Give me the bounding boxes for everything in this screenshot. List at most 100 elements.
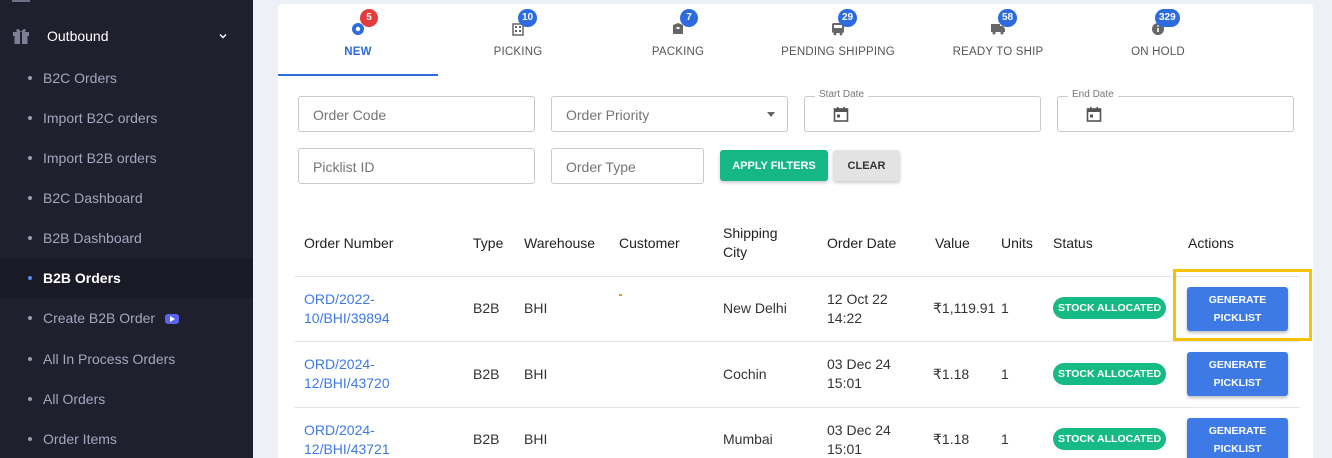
end-date-input[interactable]: End Date	[1057, 89, 1294, 132]
apply-filters-button[interactable]: APPLY FILTERS	[720, 150, 828, 181]
order-date-day: 12 Oct 22	[827, 291, 888, 307]
calendar-icon[interactable]	[833, 106, 849, 122]
order-date-time: 15:01	[827, 441, 863, 457]
tab-label: READY TO SHIP	[952, 46, 1044, 58]
gift-icon	[13, 28, 29, 44]
tab-count-badge: 29	[838, 9, 858, 27]
order-number-line2[interactable]: 10/BHI/39894	[304, 310, 390, 326]
end-date-label: End Date	[1068, 89, 1118, 100]
bullet-icon	[28, 156, 32, 160]
row-divider	[294, 341, 1300, 342]
tab-packing[interactable]: 7 PACKING	[598, 4, 758, 76]
order-number-line2[interactable]: 12/BHI/43720	[304, 375, 390, 391]
row-divider	[294, 407, 1300, 408]
bullet-icon	[28, 316, 32, 320]
col-header-order-date: Order Date	[827, 235, 897, 251]
sidebar-item-label: All In Process Orders	[43, 351, 176, 367]
order-number-line1[interactable]: ORD/2024-	[304, 356, 375, 372]
col-header-customer: Customer	[619, 235, 680, 251]
tab-ready-to-ship[interactable]: 58 READY TO SHIP	[918, 4, 1078, 76]
tab-label: NEW	[344, 46, 372, 58]
order-number-link[interactable]: ORD/2024- 12/BHI/43720	[304, 355, 390, 393]
bullet-icon	[28, 276, 32, 280]
order-date: 12 Oct 22 14:22	[827, 290, 888, 328]
tab-count-badge: 10	[518, 9, 538, 27]
tab-picking[interactable]: 10 PICKING	[438, 4, 598, 76]
tab-count-badge: 329	[1155, 9, 1180, 27]
sidebar-item-import-b2c-orders[interactable]: Import B2C orders	[0, 98, 253, 138]
generate-picklist-button[interactable]: GENERATE PICKLIST	[1187, 418, 1288, 458]
status-badge: STOCK ALLOCATED	[1053, 363, 1166, 385]
chevron-down-icon[interactable]	[218, 31, 228, 41]
order-type: B2B	[473, 366, 500, 382]
sidebar-item-b2b-dashboard[interactable]: B2B Dashboard	[0, 218, 253, 258]
order-value: ₹1.18	[933, 431, 970, 447]
order-type-input[interactable]: Order Type	[551, 148, 704, 184]
col-header-order-number: Order Number	[304, 235, 394, 251]
picklist-id-input[interactable]: Picklist ID	[298, 148, 535, 184]
bullet-icon	[28, 397, 32, 401]
tab-label: PICKING	[493, 46, 543, 58]
video-play-icon[interactable]	[165, 314, 180, 325]
tab-on-hold[interactable]: 329 ON HOLD	[1078, 4, 1238, 76]
sidebar-item-b2c-orders[interactable]: B2C Orders	[0, 58, 253, 98]
order-date: 03 Dec 24 15:01	[827, 355, 891, 393]
sidebar-item-b2c-dashboard[interactable]: B2C Dashboard	[0, 178, 253, 218]
generate-picklist-line2: PICKLIST	[1213, 443, 1262, 455]
sidebar-item-label: B2C Orders	[43, 70, 117, 86]
tab-label: ON HOLD	[1131, 46, 1185, 58]
order-date-time: 14:22	[827, 310, 863, 326]
order-value: ₹1.18	[933, 366, 970, 382]
sidebar-item-label: B2B Orders	[43, 270, 121, 286]
generate-picklist-button[interactable]: GENERATE PICKLIST	[1187, 352, 1288, 396]
tab-new[interactable]: 5 NEW	[278, 4, 438, 76]
tab-label: PACKING	[651, 46, 705, 58]
order-warehouse: BHI	[524, 300, 548, 316]
generate-picklist-line1: GENERATE	[1208, 425, 1267, 437]
order-number-line2[interactable]: 12/BHI/43721	[304, 441, 390, 457]
highlight-box	[1173, 269, 1312, 341]
order-type: B2B	[473, 300, 500, 316]
sidebar-item-b2b-orders[interactable]: B2B Orders	[0, 258, 253, 298]
calendar-icon[interactable]	[1086, 106, 1102, 122]
col-header-actions: Actions	[1188, 235, 1234, 251]
sidebar-item-import-b2b-orders[interactable]: Import B2B orders	[0, 138, 253, 178]
sidebar-item-label: All Orders	[43, 391, 106, 407]
tab-count-badge: 5	[360, 9, 378, 27]
order-units: 1	[1001, 366, 1009, 382]
sidebar-section-outbound[interactable]: Outbound	[0, 15, 253, 58]
col-header-warehouse: Warehouse	[524, 235, 596, 251]
sidebar-item-all-in-process-orders[interactable]: All In Process Orders	[0, 339, 253, 379]
tab-pending-shipping[interactable]: 29 PENDING SHIPPING	[758, 4, 918, 76]
collapsed-menu-icon	[12, 0, 30, 4]
clear-filters-button[interactable]: CLEAR	[833, 150, 900, 181]
sidebar-item-label: B2B Dashboard	[43, 230, 142, 246]
order-number-link[interactable]: ORD/2024- 12/BHI/43721	[304, 421, 390, 458]
sidebar-item-create-b2b-order[interactable]: Create B2B Order	[0, 298, 253, 338]
sidebar-item-all-orders[interactable]: All Orders	[0, 379, 253, 419]
sidebar-item-label: B2C Dashboard	[43, 190, 143, 206]
sidebar-item-label: Import B2B orders	[43, 150, 157, 166]
order-number-line1[interactable]: ORD/2022-	[304, 291, 375, 307]
sidebar-section-label: Outbound	[47, 28, 109, 44]
sidebar-item-label: Order Items	[43, 431, 117, 447]
order-units: 1	[1001, 300, 1009, 316]
status-badge: STOCK ALLOCATED	[1053, 297, 1166, 319]
order-code-input[interactable]: Order Code	[298, 96, 535, 132]
sidebar: Outbound B2C Orders Import B2C orders Im…	[0, 0, 253, 458]
bullet-icon	[28, 116, 32, 120]
order-warehouse: BHI	[524, 431, 548, 447]
order-number-line1[interactable]: ORD/2024-	[304, 422, 375, 438]
col-header-status: Status	[1053, 235, 1093, 251]
sidebar-item-order-items[interactable]: Order Items	[0, 419, 253, 458]
bullet-icon	[28, 76, 32, 80]
col-header-type: Type	[473, 235, 504, 251]
sidebar-item-label: Create B2B Order	[43, 310, 180, 326]
col-header-shipping-city-line1: Shipping	[723, 225, 778, 241]
sidebar-item-label-text: Create B2B Order	[43, 310, 156, 326]
shipping-city: Cochin	[723, 366, 767, 382]
start-date-input[interactable]: Start Date	[804, 89, 1041, 132]
order-priority-select[interactable]: Order Priority	[551, 96, 788, 132]
order-number-link[interactable]: ORD/2022- 10/BHI/39894	[304, 290, 390, 328]
picklist-id-placeholder: Picklist ID	[313, 159, 375, 175]
